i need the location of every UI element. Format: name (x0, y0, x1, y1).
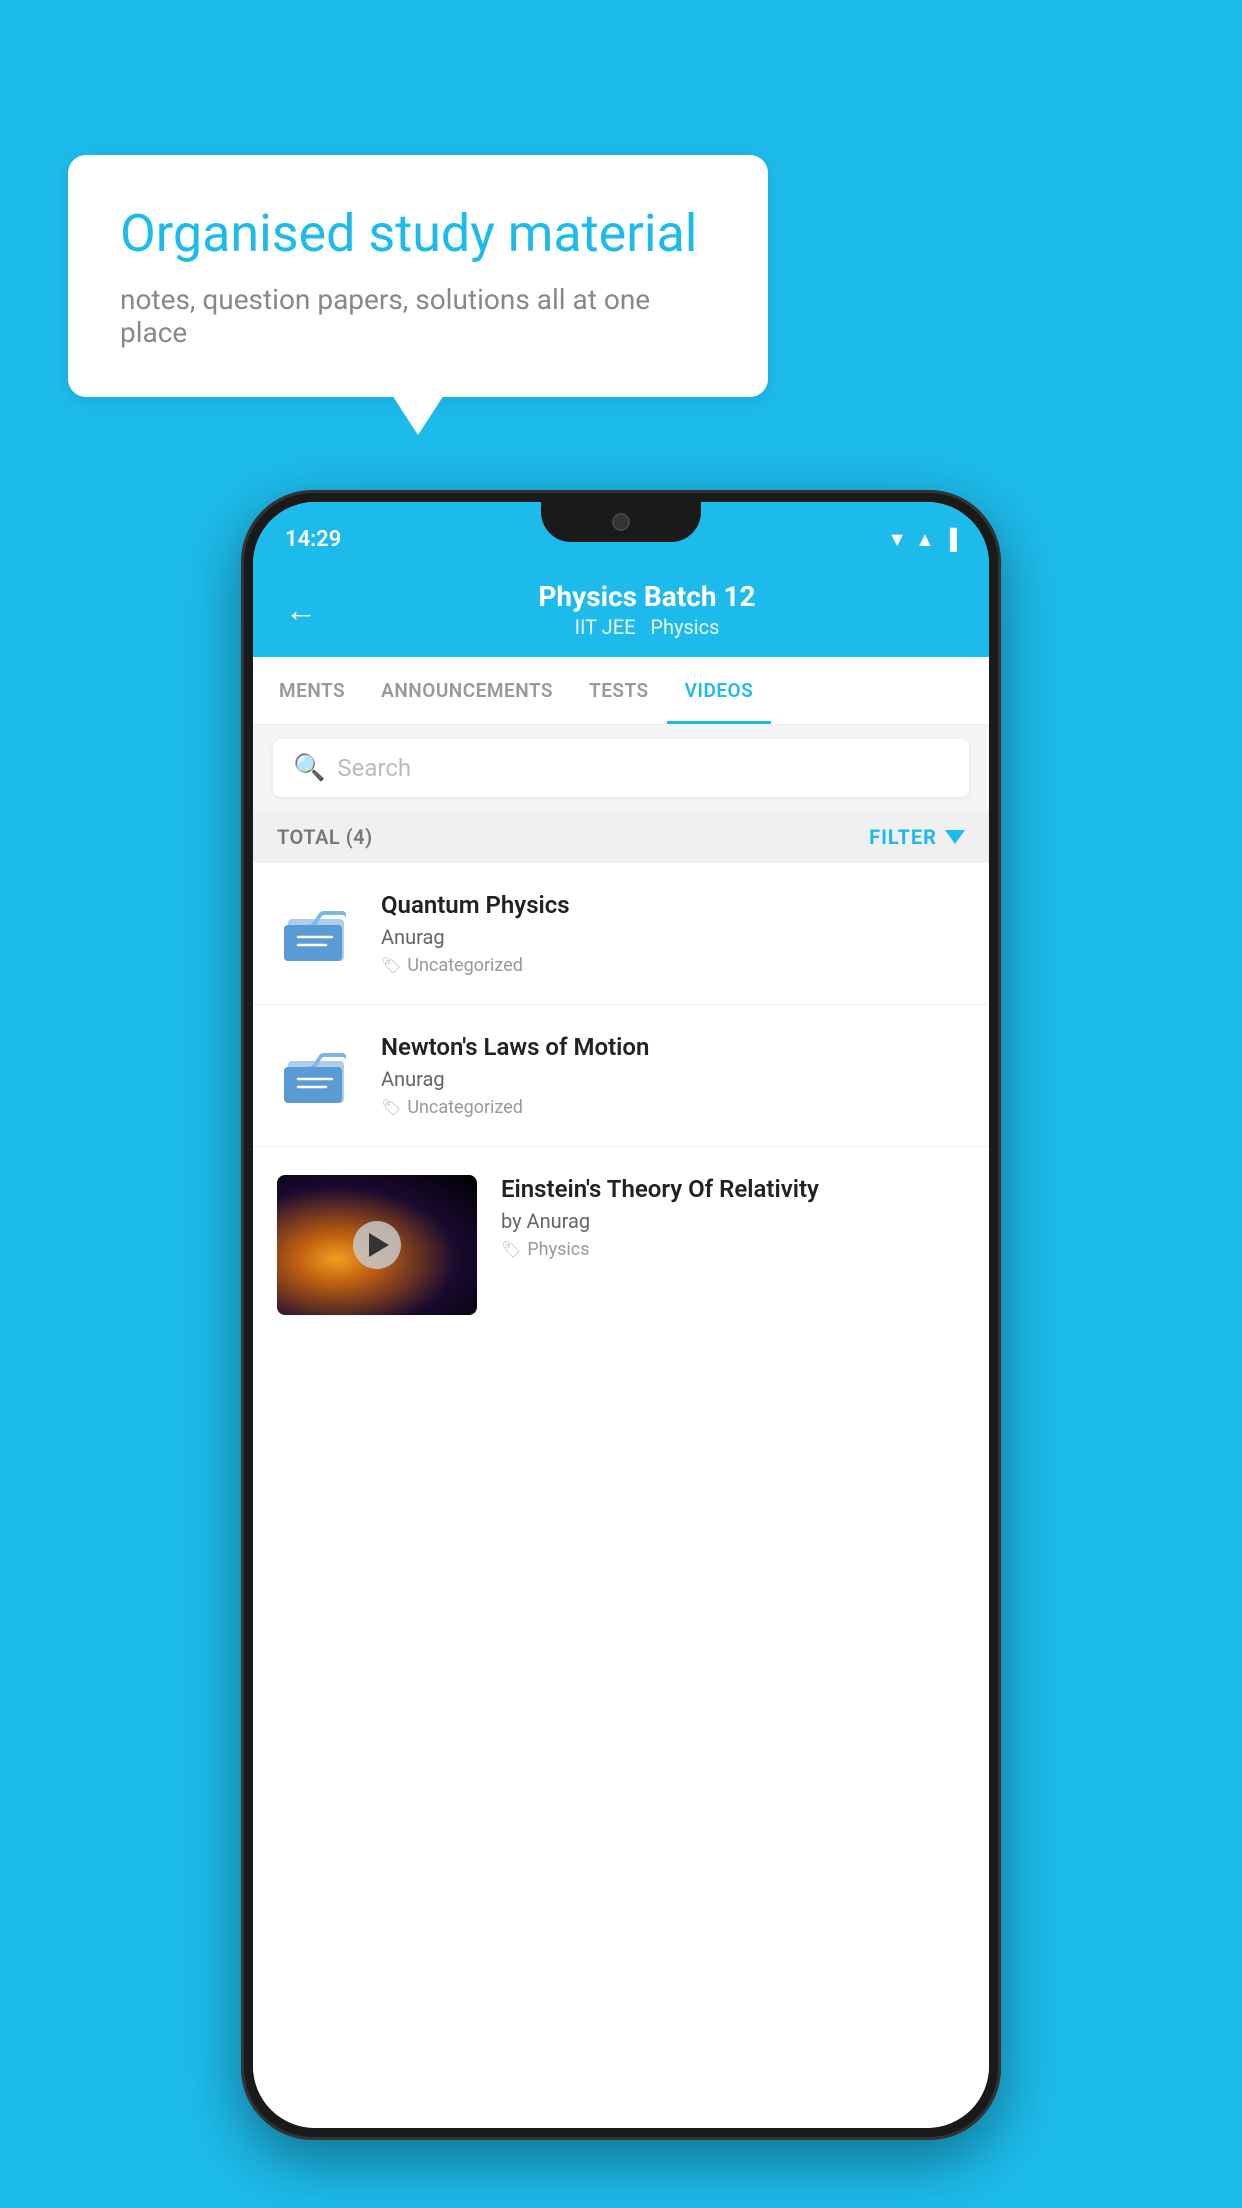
item-title: Quantum Physics (381, 891, 965, 919)
phone-notch (541, 502, 701, 542)
speech-bubble: Organised study material notes, question… (68, 155, 768, 397)
content-scroll: ← Physics Batch 12 IIT JEE Physics MENTS… (253, 562, 989, 2128)
tab-ments[interactable]: MENTS (261, 657, 363, 724)
status-time: 14:29 (285, 527, 341, 552)
tag-icon: 🏷 (501, 1240, 521, 1259)
list-item[interactable]: Quantum Physics Anurag 🏷 Uncategorized (253, 863, 989, 1005)
item-title: Einstein's Theory Of Relativity (501, 1175, 965, 1203)
play-icon (369, 1233, 389, 1257)
search-icon: 🔍 (293, 753, 325, 783)
list-item[interactable]: Newton's Laws of Motion Anurag 🏷 Uncateg… (253, 1005, 989, 1147)
total-count: TOTAL (4) (277, 825, 373, 849)
back-button[interactable]: ← (285, 591, 317, 629)
play-button[interactable] (353, 1221, 401, 1269)
item-tag: 🏷 Uncategorized (381, 955, 965, 976)
subtitle-iit: IIT JEE Physics (575, 615, 720, 639)
batch-title: Physics Batch 12 (337, 580, 957, 613)
status-icons: ▼ ▲ ▐ (887, 527, 957, 552)
item-author: Anurag (381, 925, 965, 949)
wifi-icon: ▼ (887, 527, 907, 552)
video-list: Quantum Physics Anurag 🏷 Uncategorized (253, 863, 989, 1343)
filter-bar: TOTAL (4) FILTER (253, 811, 989, 863)
batch-subtitle: IIT JEE Physics (337, 615, 957, 639)
tag-label: Uncategorized (407, 1097, 523, 1118)
item-tag: 🏷 Uncategorized (381, 1097, 965, 1118)
header-center: Physics Batch 12 IIT JEE Physics (337, 580, 957, 639)
tag-icon: 🏷 (381, 1098, 401, 1117)
tab-announcements[interactable]: ANNOUNCEMENTS (363, 657, 571, 724)
filter-button[interactable]: FILTER (869, 825, 965, 849)
search-bar[interactable]: 🔍 Search (273, 739, 969, 797)
phone-content: ← Physics Batch 12 IIT JEE Physics MENTS… (253, 562, 989, 2128)
bubble-subtitle: notes, question papers, solutions all at… (120, 283, 716, 349)
item-info: Quantum Physics Anurag 🏷 Uncategorized (381, 891, 965, 976)
signal-icon: ▲ (915, 527, 935, 552)
item-tag: 🏷 Physics (501, 1239, 965, 1260)
tabs-bar: MENTS ANNOUNCEMENTS TESTS VIDEOS (253, 657, 989, 725)
item-author: by Anurag (501, 1209, 965, 1233)
tab-tests[interactable]: TESTS (571, 657, 667, 724)
item-info: Einstein's Theory Of Relativity by Anura… (501, 1175, 965, 1260)
tag-label: Physics (527, 1239, 589, 1260)
tag-label: Uncategorized (407, 955, 523, 976)
list-item[interactable]: Einstein's Theory Of Relativity by Anura… (253, 1147, 989, 1343)
folder-icon (282, 1041, 352, 1111)
battery-icon: ▐ (943, 527, 957, 552)
bubble-title: Organised study material (120, 203, 716, 265)
item-thumbnail (277, 1036, 357, 1116)
tab-videos[interactable]: VIDEOS (667, 657, 772, 724)
tag-icon: 🏷 (381, 956, 401, 975)
search-input[interactable]: Search (337, 754, 411, 782)
app-header: ← Physics Batch 12 IIT JEE Physics (253, 562, 989, 657)
filter-icon (945, 830, 965, 844)
filter-label: FILTER (869, 825, 937, 849)
folder-icon (282, 899, 352, 969)
phone-screen: 14:29 ▼ ▲ ▐ ← Physics Batch 12 (253, 502, 989, 2128)
item-thumbnail (277, 894, 357, 974)
search-container: 🔍 Search (253, 725, 989, 811)
einstein-thumbnail (277, 1175, 477, 1315)
phone-wrapper: 14:29 ▼ ▲ ▐ ← Physics Batch 12 (241, 490, 1001, 2140)
front-camera (612, 513, 630, 531)
item-author: Anurag (381, 1067, 965, 1091)
item-info: Newton's Laws of Motion Anurag 🏷 Uncateg… (381, 1033, 965, 1118)
phone-outer: 14:29 ▼ ▲ ▐ ← Physics Batch 12 (241, 490, 1001, 2140)
item-title: Newton's Laws of Motion (381, 1033, 965, 1061)
